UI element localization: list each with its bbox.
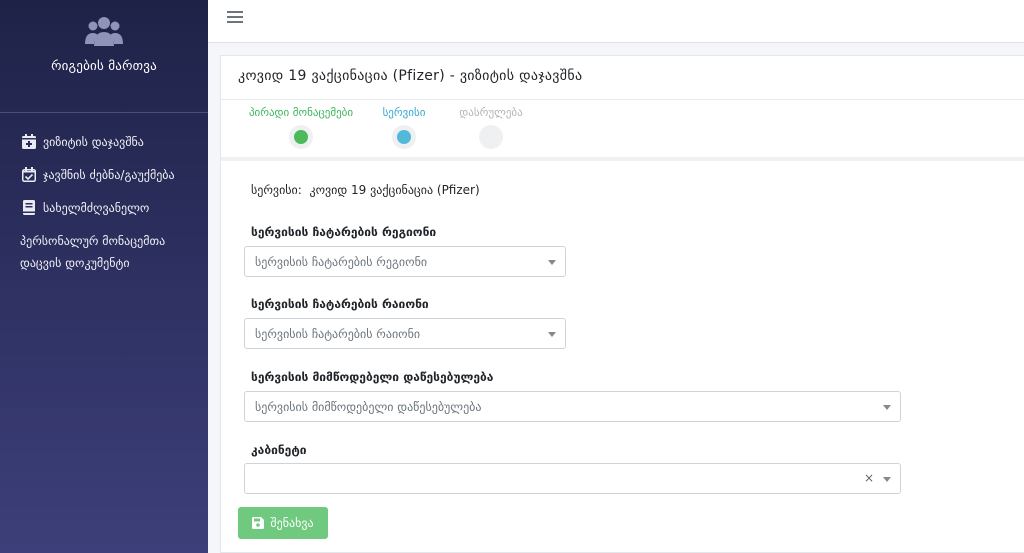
sidebar-item-manual[interactable]: სახელმძღვანელო xyxy=(0,191,208,224)
calendar-plus-icon xyxy=(22,134,36,149)
selected-service: სერვისი: კოვიდ 19 ვაქცინაცია (Pfizer) xyxy=(251,183,480,197)
provider-placeholder: სერვისის მიმწოდებელი დაწესებულება xyxy=(255,400,482,414)
step-finish: დასრულება xyxy=(449,106,533,149)
sidebar-nav: ვიზიტის დაჯავშნა ჯავშნის ძებნა/გაუქმება … xyxy=(0,113,208,274)
stepper-divider xyxy=(221,157,1024,161)
sidebar-item-label: სახელმძღვანელო xyxy=(43,200,150,215)
region-placeholder: სერვისის ჩატარების რეგიონი xyxy=(255,255,428,269)
district-placeholder: სერვისის ჩატარების რაიონი xyxy=(255,327,421,341)
sidebar-item-label: ჯავშნის ძებნა/გაუქმება xyxy=(43,167,175,182)
topbar xyxy=(208,0,1024,43)
hamburger-icon[interactable] xyxy=(227,11,243,25)
booking-card: კოვიდ 19 ვაქცინაცია (Pfizer) - ვიზიტის დ… xyxy=(220,55,1024,553)
cabinet-select[interactable]: × xyxy=(244,463,901,494)
clear-icon[interactable]: × xyxy=(864,471,874,485)
book-icon xyxy=(23,200,35,215)
calendar-check-icon xyxy=(22,167,36,182)
sidebar-item-search-cancel[interactable]: ჯავშნის ძებნა/გაუქმება xyxy=(0,158,208,191)
step-personal-data: პირადი მონაცემები xyxy=(235,106,367,149)
sidebar-brand: რიგების მართვა xyxy=(0,0,208,113)
stepper: პირადი მონაცემები სერვისი დასრულება xyxy=(221,106,1024,156)
district-select[interactable]: სერვისის ჩატარების რაიონი xyxy=(244,318,566,349)
save-label: შენახვა xyxy=(270,516,314,530)
brand-name: რიგების მართვა xyxy=(51,59,157,74)
provider-label: სერვისის მიმწოდებელი დაწესებულება xyxy=(251,370,494,384)
floppy-disk-icon xyxy=(252,517,265,529)
step-service: სერვისი xyxy=(371,106,437,149)
region-select[interactable]: სერვისის ჩატარების რეგიონი xyxy=(244,246,566,277)
cabinet-label: კაბინეტი xyxy=(251,443,307,457)
provider-select[interactable]: სერვისის მიმწოდებელი დაწესებულება xyxy=(244,391,901,422)
service-value: კოვიდ 19 ვაქცინაცია (Pfizer) xyxy=(309,183,480,197)
step-dot xyxy=(479,125,503,149)
sidebar: რიგების მართვა ვიზიტის დაჯავშნა ჯავშნის … xyxy=(0,0,208,553)
district-label: სერვისის ჩატარების რაიონი xyxy=(251,297,429,311)
step-dot xyxy=(289,125,313,149)
users-group-icon xyxy=(85,17,123,46)
chevron-down-icon xyxy=(548,260,556,265)
region-label: სერვისის ჩატარების რეგიონი xyxy=(251,225,437,239)
sidebar-item-label: პერსონალურ მონაცემთა დაცვის დოკუმენტი xyxy=(20,234,166,270)
card-title: კოვიდ 19 ვაქცინაცია (Pfizer) - ვიზიტის დ… xyxy=(221,56,1024,100)
step-label: დასრულება xyxy=(459,106,523,119)
step-dot xyxy=(392,125,416,149)
sidebar-item-label: ვიზიტის დაჯავშნა xyxy=(43,134,144,149)
chevron-down-icon xyxy=(548,332,556,337)
save-button[interactable]: შენახვა xyxy=(238,507,328,539)
chevron-down-icon xyxy=(883,405,891,410)
service-prefix: სერვისი: xyxy=(251,183,302,197)
chevron-down-icon xyxy=(883,477,891,482)
sidebar-item-data-protection[interactable]: პერსონალურ მონაცემთა დაცვის დოკუმენტი xyxy=(0,224,208,274)
step-label: სერვისი xyxy=(382,106,426,119)
step-label: პირადი მონაცემები xyxy=(248,106,354,119)
sidebar-item-book-visit[interactable]: ვიზიტის დაჯავშნა xyxy=(0,125,208,158)
